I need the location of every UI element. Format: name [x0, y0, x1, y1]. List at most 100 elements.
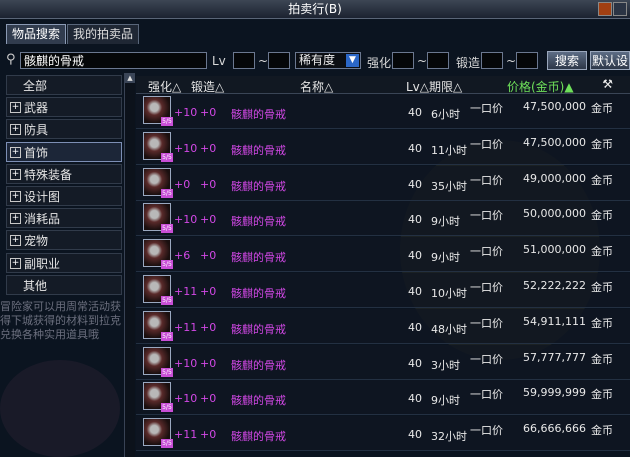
table-row[interactable]: 5/5 +10 +0 骸麒的骨戒 40 11小时 一口价 47,500,000 金币	[136, 129, 630, 165]
item-period: 9小时	[431, 215, 460, 229]
item-period: 9小时	[431, 394, 460, 408]
sale-type: 一口价	[470, 137, 503, 151]
sidebar-item-subjob[interactable]: + 副职业	[6, 252, 122, 273]
bone-ring-item-icon[interactable]: 5/5	[143, 203, 173, 234]
forge-value: +0	[200, 392, 217, 406]
item-price: 54,911,111	[523, 314, 586, 328]
sidebar-item-label: 消耗品	[24, 212, 61, 227]
sidebar-item-label: 副职业	[24, 256, 61, 271]
expand-plus-icon[interactable]: +	[10, 190, 21, 202]
list-scrollbar[interactable]: ▲	[124, 73, 135, 457]
expand-plus-icon[interactable]: +	[10, 146, 21, 158]
table-row[interactable]: 5/5 +10 +0 骸麒的骨戒 40 9小时 一口价 50,000,000 金币	[136, 201, 630, 237]
minimize-icon[interactable]	[598, 2, 612, 16]
bone-ring-item-icon[interactable]: 5/5	[143, 275, 173, 305]
search-button[interactable]: 搜索	[547, 51, 587, 70]
expand-plus-icon[interactable]: +	[10, 102, 21, 114]
sidebar-item-armor[interactable]: + 防具	[6, 119, 122, 140]
currency-label: 金币	[591, 245, 613, 259]
bone-ring-item-icon[interactable]: 5/5	[143, 167, 173, 198]
sidebar-item-special-equip[interactable]: + 特殊装备	[6, 163, 122, 184]
table-row[interactable]: 5/5 +0 +0 骸麒的骨戒 40 35小时 一口价 49,000,000 金币	[136, 165, 630, 201]
sidebar-item-label: 首饰	[24, 145, 49, 160]
forge-value: +0	[200, 213, 217, 227]
forge-value: +0	[200, 249, 217, 263]
enhance-min-field[interactable]	[392, 52, 414, 69]
enhance-value: +6	[174, 249, 191, 263]
item-price: 47,500,000	[523, 135, 586, 149]
header-forge[interactable]: 锻造△	[191, 78, 224, 95]
item-price: 50,000,000	[523, 207, 586, 221]
expand-plus-icon[interactable]: +	[10, 257, 21, 269]
item-quantity: 5/5	[161, 367, 173, 377]
header-price[interactable]: 价格(金币)▲	[507, 78, 574, 95]
table-row[interactable]: 5/5 +11 +0 骸麒的骨戒 40 32小时 一口价 66,666,666 金币	[136, 416, 630, 452]
currency-label: 金币	[591, 137, 613, 151]
forge-value: +0	[200, 106, 217, 119]
forge-label: 锻造	[456, 56, 481, 70]
expand-plus-icon[interactable]: +	[10, 235, 21, 247]
sidebar-item-jewelry[interactable]: + 首饰	[6, 141, 122, 162]
item-name: 骸麒的骨戒	[231, 358, 286, 372]
close-icon[interactable]	[613, 2, 627, 16]
expand-plus-icon[interactable]: +	[10, 213, 21, 225]
sidebar-item-other[interactable]: 其他	[6, 274, 122, 295]
sidebar-item-consumable[interactable]: + 消耗品	[6, 208, 122, 229]
tab-item-search[interactable]: 物品搜索	[6, 24, 67, 44]
search-input[interactable]: 骸麒的骨戒	[20, 52, 207, 69]
bone-ring-item-icon[interactable]: 5/5	[143, 418, 173, 449]
forge-min-field[interactable]	[481, 52, 503, 69]
scroll-up-icon[interactable]: ▲	[125, 73, 135, 83]
forge-max-field[interactable]	[516, 52, 538, 69]
item-period: 9小时	[431, 251, 460, 265]
rarity-select[interactable]: 稀有度 ▼	[295, 52, 361, 69]
sidebar-item-blueprint[interactable]: + 设计图	[6, 185, 122, 206]
bone-ring-item-icon[interactable]: 5/5	[143, 239, 173, 270]
expand-plus-icon[interactable]: +	[10, 124, 21, 136]
item-level: 40	[408, 356, 422, 370]
bone-ring-item-icon[interactable]: 5/5	[143, 382, 173, 413]
lv-max-field[interactable]	[268, 52, 290, 69]
table-row[interactable]: 5/5 +6 +0 骸麒的骨戒 40 9小时 一口价 51,000,000 金币	[136, 237, 630, 273]
table-row[interactable]: 5/5 +10 +0 骸麒的骨戒 40 9小时 一口价 59,999,999 金币	[136, 380, 630, 416]
dropdown-arrow-icon[interactable]: ▼	[346, 54, 359, 67]
enhance-value: +10	[174, 106, 198, 119]
tab-my-auctions[interactable]: 我的拍卖品	[67, 24, 140, 44]
rarity-selected: 稀有度	[299, 53, 336, 67]
table-row[interactable]: 5/5 +10 +0 骸麒的骨戒 40 6小时 一口价 47,500,000 金币	[136, 94, 630, 129]
enhance-value: +10	[174, 213, 198, 227]
item-period: 6小时	[431, 108, 460, 121]
background-tip-text: 冒险家可以用周常活动获得下城获得的材料到拉克兑换各种实用道具哦	[0, 300, 121, 341]
item-quantity: 5/5	[161, 224, 173, 234]
bone-ring-item-icon[interactable]: 5/5	[143, 310, 173, 341]
lv-min-field[interactable]	[233, 52, 255, 69]
item-name: 骸麒的骨戒	[231, 287, 286, 300]
sidebar-item-all[interactable]: 全部	[6, 75, 122, 95]
bone-ring-item-icon[interactable]: 5/5	[143, 346, 173, 377]
table-row[interactable]: 5/5 +11 +0 骸麒的骨戒 40 10小时 一口价 52,222,222 金币	[136, 273, 630, 308]
bone-ring-item-icon[interactable]: 5/5	[143, 96, 173, 126]
item-name: 骸麒的骨戒	[231, 394, 286, 408]
sidebar-item-label: 宠物	[24, 234, 49, 249]
sale-type: 一口价	[470, 352, 503, 366]
enhance-range-tilde: ~	[417, 54, 428, 68]
default-settings-button[interactable]: 默认设	[590, 51, 630, 70]
header-enhance[interactable]: 强化△	[148, 78, 181, 95]
tab-bar: 物品搜索 我的拍卖品	[6, 24, 140, 44]
sidebar-item-label: 防具	[24, 123, 49, 138]
sidebar-item-weapon[interactable]: + 武器	[6, 97, 122, 118]
item-level: 40	[408, 106, 422, 119]
header-name[interactable]: 名称△	[300, 78, 333, 95]
enhance-max-field[interactable]	[427, 52, 449, 69]
category-sidebar: 全部 + 武器 + 防具 + 首饰 + 特殊装备 + 设计图 + 消耗品 + 宠物 + 副职业 …	[6, 75, 122, 297]
bone-ring-item-icon[interactable]: 5/5	[143, 131, 173, 162]
window-titlebar: 拍卖行(B)	[0, 0, 630, 19]
table-row[interactable]: 5/5 +11 +0 骸麒的骨戒 40 48小时 一口价 54,911,111 金币	[136, 308, 630, 344]
table-row[interactable]: 5/5 +10 +0 骸麒的骨戒 40 3小时 一口价 57,777,777 金币	[136, 344, 630, 380]
item-name: 骸麒的骨戒	[231, 322, 286, 336]
expand-plus-icon[interactable]: +	[10, 168, 21, 180]
header-lv-period[interactable]: Lv△期限△	[406, 78, 462, 95]
sidebar-item-pet[interactable]: + 宠物	[6, 230, 122, 251]
currency-label: 金币	[591, 209, 613, 223]
item-price: 66,666,666	[523, 422, 586, 436]
